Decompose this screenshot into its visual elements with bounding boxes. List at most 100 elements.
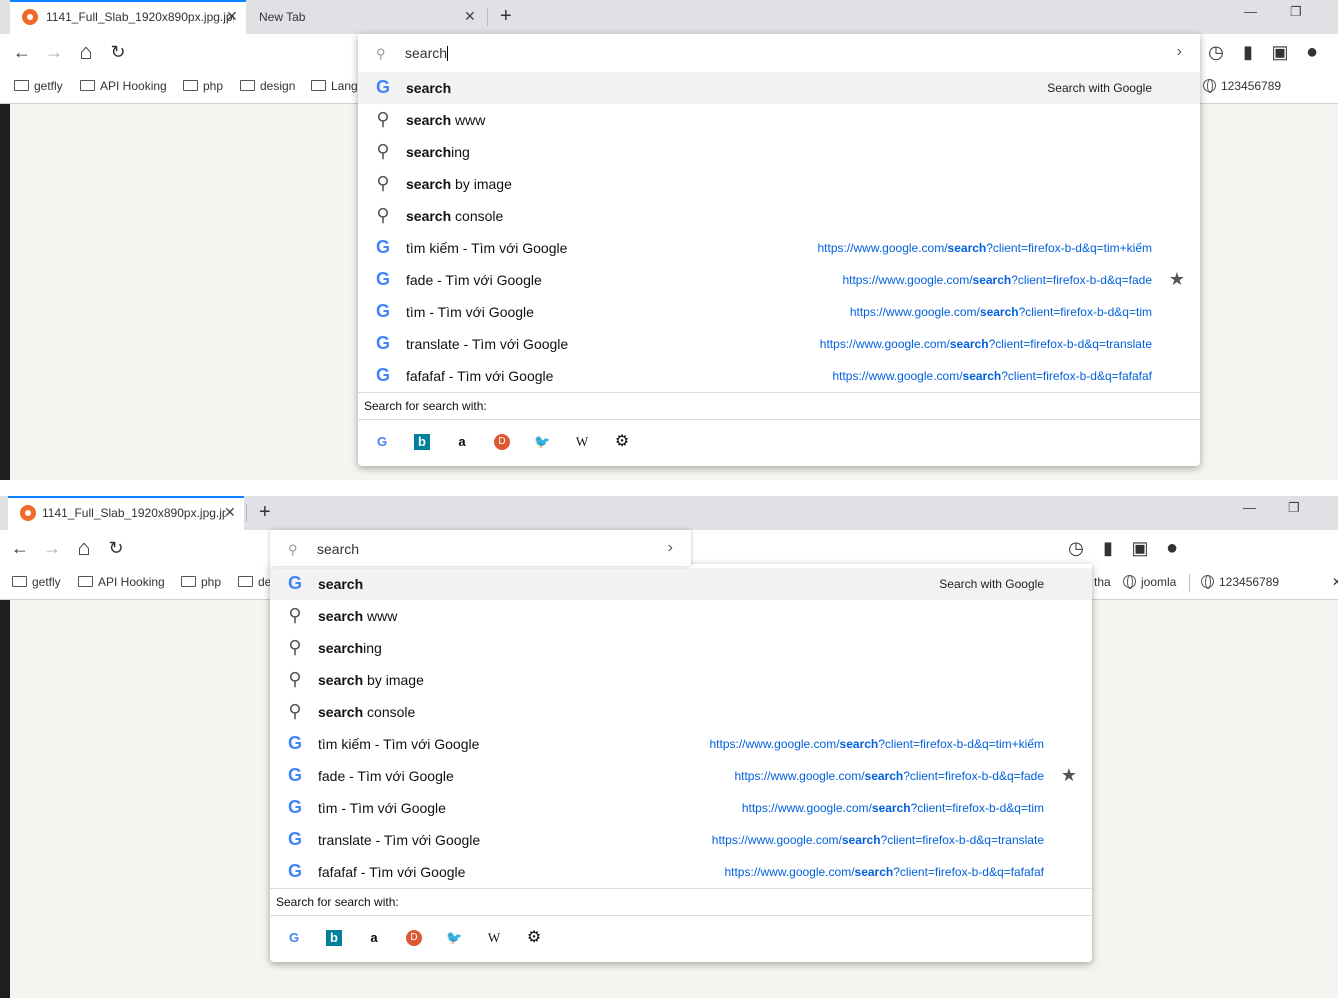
history-item[interactable]: G tìm kiếm - Tìm với Google https://www.…	[270, 728, 1092, 760]
suggestion-search-google[interactable]: G search Search with Google	[270, 568, 1092, 600]
bookmark-123456789[interactable]: 123456789	[1203, 79, 1281, 93]
suggestion-item[interactable]: ⚲ search by image	[358, 168, 1200, 200]
history-item[interactable]: G fafafaf - Tìm với Google https://www.g…	[270, 856, 1092, 888]
home-button[interactable]: ⌂	[72, 536, 96, 560]
browser-window-2: 1141_Full_Slab_1920x890px.jpg.jpg ✕ + — …	[0, 496, 1338, 998]
reload-button[interactable]: ↻	[104, 536, 128, 560]
bookmark-php[interactable]: php	[183, 79, 223, 93]
bing-engine-icon[interactable]: b	[326, 930, 342, 946]
google-engine-icon[interactable]: G	[286, 930, 302, 946]
library-icon[interactable]: ▣	[1128, 536, 1152, 560]
history-url[interactable]: https://www.google.com/search?client=fir…	[724, 865, 1044, 879]
tab-image[interactable]: 1141_Full_Slab_1920x890px.jpg.jpg ✕	[8, 496, 244, 530]
search-icon: ⚲	[288, 542, 298, 557]
back-button[interactable]: ←	[8, 536, 32, 560]
bookmark-design[interactable]: de	[238, 575, 271, 589]
urlbar-input[interactable]: search	[405, 45, 449, 61]
history-url[interactable]: https://www.google.com/search?client=fir…	[842, 273, 1152, 287]
bookmark-getfly[interactable]: getfly	[12, 575, 61, 589]
history-item[interactable]: G fafafaf - Tìm với Google https://www.g…	[358, 360, 1200, 392]
account-icon[interactable]: ●	[1300, 40, 1324, 64]
bookmark-php[interactable]: php	[181, 575, 221, 589]
search-settings-gear-icon[interactable]: ⚙	[526, 930, 542, 946]
bookmark-api-hooking[interactable]: API Hooking	[80, 79, 167, 93]
close-tab-icon[interactable]: ✕	[224, 504, 236, 521]
close-tab-icon[interactable]: ✕	[226, 8, 238, 25]
suggestion-item[interactable]: ⚲ search www	[270, 600, 1092, 632]
bookmarks-icon[interactable]: ▮	[1096, 536, 1120, 560]
forward-button[interactable]: →	[42, 40, 66, 64]
twitter-engine-icon[interactable]: 🐦	[534, 434, 550, 450]
google-engine-icon[interactable]: G	[374, 434, 390, 450]
twitter-engine-icon[interactable]: 🐦	[446, 930, 462, 946]
suggestion-item[interactable]: ⚲ searching	[358, 136, 1200, 168]
account-icon[interactable]: ●	[1160, 536, 1184, 560]
amazon-engine-icon[interactable]: a	[454, 434, 470, 450]
bookmark-joomla[interactable]: joomla	[1123, 575, 1176, 589]
go-arrow-icon[interactable]: ›	[668, 539, 673, 557]
suggestion-item[interactable]: ⚲ search console	[358, 200, 1200, 232]
reload-button[interactable]: ↻	[106, 40, 130, 64]
search-settings-gear-icon[interactable]: ⚙	[614, 434, 630, 450]
bookmark-lang[interactable]: Lang	[311, 79, 358, 93]
new-tab-button[interactable]: +	[500, 5, 512, 28]
close-tab-icon[interactable]: ✕	[464, 8, 476, 25]
bookmarks-overflow-icon[interactable]: ✕	[1332, 575, 1338, 589]
tab-new[interactable]: New Tab ✕	[248, 0, 484, 34]
forward-button[interactable]: →	[40, 536, 64, 560]
back-button[interactable]: ←	[10, 40, 34, 64]
history-icon[interactable]: ◷	[1204, 40, 1228, 64]
urlbar-input-row[interactable]: ⚲ search ›	[270, 530, 691, 568]
history-item[interactable]: G fade - Tìm với Google https://www.goog…	[358, 264, 1200, 296]
history-item[interactable]: G fade - Tìm với Google https://www.goog…	[270, 760, 1092, 792]
duckduckgo-engine-icon[interactable]: D	[406, 930, 422, 946]
restore-button[interactable]: ❐	[1288, 500, 1300, 516]
suggestion-item[interactable]: ⚲ search www	[358, 104, 1200, 136]
bookmark-design[interactable]: design	[240, 79, 295, 93]
tab-image[interactable]: 1141_Full_Slab_1920x890px.jpg.jpg ✕	[10, 0, 246, 34]
suggestion-search-google[interactable]: G search Search with Google	[358, 72, 1200, 104]
new-tab-button[interactable]: +	[259, 501, 271, 524]
history-url[interactable]: https://www.google.com/search?client=fir…	[709, 737, 1044, 751]
search-with-google-hint: Search with Google	[939, 577, 1044, 591]
library-icon[interactable]: ▣	[1268, 40, 1292, 64]
folder-icon	[78, 576, 93, 587]
minimize-button[interactable]: —	[1244, 4, 1257, 19]
history-url[interactable]: https://www.google.com/search?client=fir…	[742, 801, 1044, 815]
restore-button[interactable]: ❐	[1290, 4, 1302, 20]
history-url[interactable]: https://www.google.com/search?client=fir…	[832, 369, 1152, 383]
history-url[interactable]: https://www.google.com/search?client=fir…	[850, 305, 1152, 319]
suggestion-item[interactable]: ⚲ search by image	[270, 664, 1092, 696]
urlbar-input[interactable]: search	[317, 541, 359, 557]
bookmark-123456789[interactable]: 123456789	[1201, 575, 1279, 589]
history-item[interactable]: G translate - Tìm với Google https://www…	[270, 824, 1092, 856]
search-engines-row: G b a D 🐦 W ⚙	[270, 916, 1092, 960]
history-url[interactable]: https://www.google.com/search?client=fir…	[817, 241, 1152, 255]
history-item[interactable]: G tìm - Tìm với Google https://www.googl…	[358, 296, 1200, 328]
go-arrow-icon[interactable]: ›	[1177, 43, 1182, 61]
urlbar-input-row[interactable]: ⚲ search ›	[358, 34, 1200, 72]
history-item[interactable]: G tìm - Tìm với Google https://www.googl…	[270, 792, 1092, 824]
history-url[interactable]: https://www.google.com/search?client=fir…	[734, 769, 1044, 783]
home-button[interactable]: ⌂	[74, 40, 98, 64]
history-icon[interactable]: ◷	[1064, 536, 1088, 560]
history-item[interactable]: G translate - Tìm với Google https://www…	[358, 328, 1200, 360]
history-url[interactable]: https://www.google.com/search?client=fir…	[712, 833, 1044, 847]
bing-engine-icon[interactable]: b	[414, 434, 430, 450]
magnifier-icon: ⚲	[288, 637, 302, 657]
history-item[interactable]: G tìm kiếm - Tìm với Google https://www.…	[358, 232, 1200, 264]
duckduckgo-engine-icon[interactable]: D	[494, 434, 510, 450]
history-url[interactable]: https://www.google.com/search?client=fir…	[820, 337, 1152, 351]
amazon-engine-icon[interactable]: a	[366, 930, 382, 946]
bookmark-api-hooking[interactable]: API Hooking	[78, 575, 165, 589]
bookmark-getfly[interactable]: getfly	[14, 79, 63, 93]
suggestion-item[interactable]: ⚲ search console	[270, 696, 1092, 728]
bookmark-tha[interactable]: tha	[1094, 575, 1111, 589]
minimize-button[interactable]: —	[1243, 500, 1256, 515]
wikipedia-engine-icon[interactable]: W	[486, 930, 502, 946]
wikipedia-engine-icon[interactable]: W	[574, 434, 590, 450]
suggestion-item[interactable]: ⚲ searching	[270, 632, 1092, 664]
bookmarks-icon[interactable]: ▮	[1236, 40, 1260, 64]
urlbar-input-box[interactable]: ⚲ search ›	[270, 530, 691, 566]
google-icon: G	[287, 797, 302, 817]
